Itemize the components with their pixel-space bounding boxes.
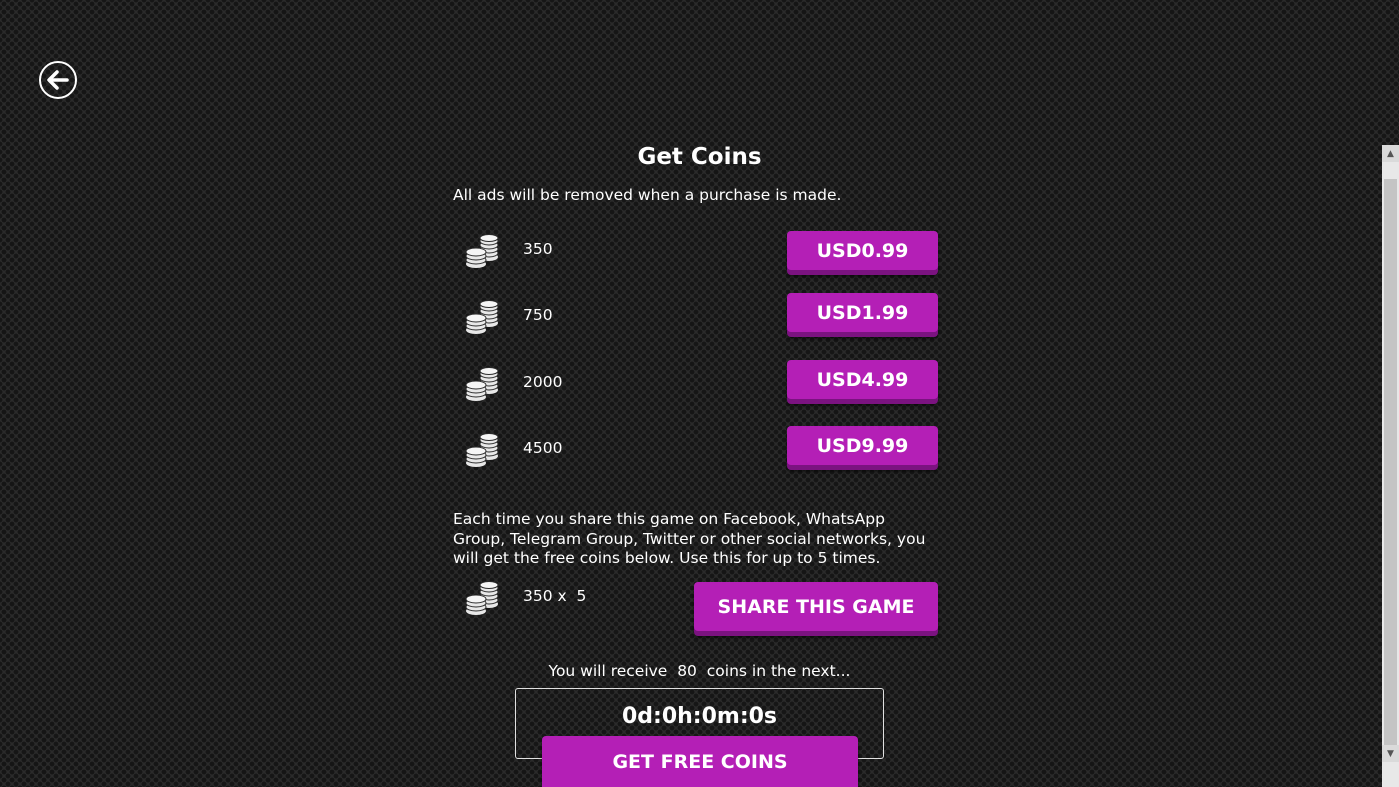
buy-350-button[interactable]: USD0.99 [787, 231, 938, 270]
get-free-coins-button[interactable]: GET FREE COINS [542, 736, 858, 787]
share-reward: 350 x 5 [523, 587, 587, 605]
pack-amount: 2000 [523, 373, 563, 391]
page-title: Get Coins [637, 144, 762, 170]
share-game-button[interactable]: SHARE THIS GAME [694, 582, 938, 631]
share-description: Each time you share this game on Faceboo… [453, 510, 926, 567]
coin-stack-icon [465, 581, 499, 615]
free-coins-info: You will receive 80 coins in the next... [548, 662, 851, 680]
buy-4500-button[interactable]: USD9.99 [787, 426, 938, 465]
pack-amount: 4500 [523, 439, 563, 457]
back-arrow-icon [47, 70, 69, 90]
countdown-timer: 0d:0h:0m:0s [621, 704, 778, 729]
scroll-thumb[interactable] [1384, 179, 1397, 745]
buy-2000-button[interactable]: USD4.99 [787, 360, 938, 399]
scroll-up-icon[interactable]: ▲ [1382, 145, 1399, 162]
buy-750-button[interactable]: USD1.99 [787, 293, 938, 332]
coin-stack-icon [465, 300, 499, 334]
scroll-down-icon[interactable]: ▼ [1382, 745, 1399, 762]
pack-amount: 350 [523, 240, 553, 258]
back-button[interactable] [39, 61, 77, 99]
scrollbar[interactable]: ▲ ▼ [1382, 145, 1399, 787]
coin-stack-icon [465, 367, 499, 401]
coin-stack-icon [465, 433, 499, 467]
coin-stack-icon [465, 234, 499, 268]
pack-amount: 750 [523, 306, 553, 324]
purchase-note: All ads will be removed when a purchase … [453, 186, 842, 204]
